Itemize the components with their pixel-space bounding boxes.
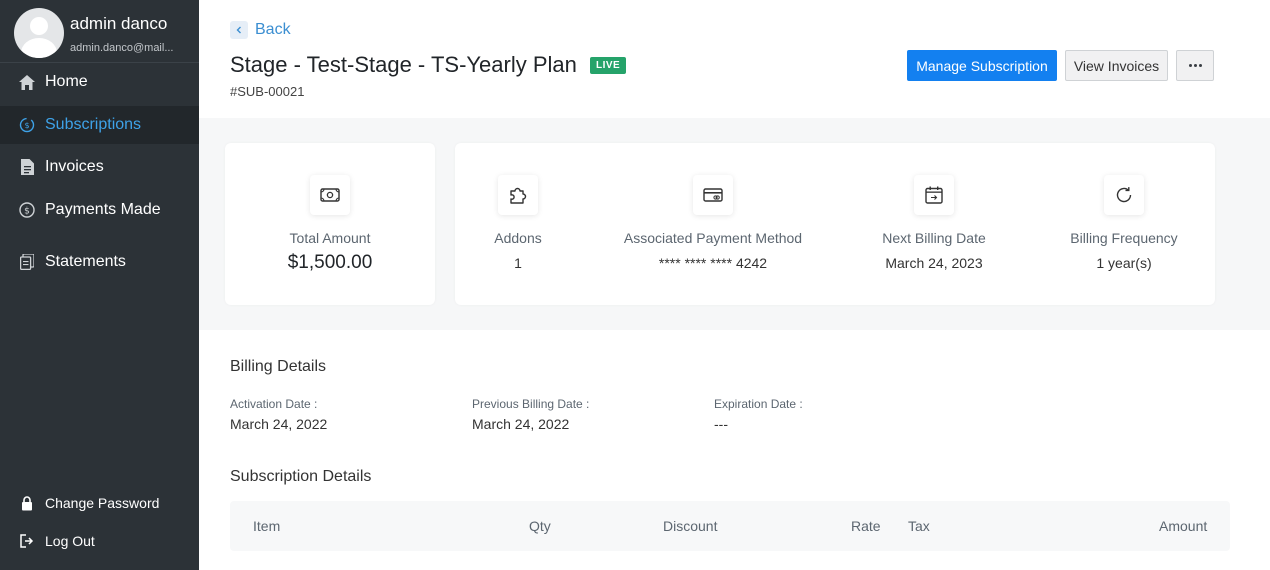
summary-section: Total Amount $1,500.00 Addons 1 Associat… — [199, 118, 1270, 330]
home-icon — [19, 74, 35, 90]
frequency-label: Billing Frequency — [1070, 230, 1178, 246]
activation-date-value: March 24, 2022 — [230, 416, 328, 432]
sidebar-item-log-out[interactable]: Log Out — [0, 522, 199, 560]
sidebar-item-statements[interactable]: Statements — [0, 243, 199, 281]
next-billing-label: Next Billing Date — [882, 230, 986, 246]
addons-value: 1 — [514, 255, 522, 271]
subscription-info-card: Addons 1 Associated Payment Method **** … — [455, 143, 1215, 305]
stat-payment-method: Associated Payment Method **** **** ****… — [608, 143, 818, 305]
stat-total-amount: Total Amount $1,500.00 — [225, 143, 435, 305]
stat-addons: Addons 1 — [458, 143, 578, 305]
previous-billing-date-value: March 24, 2022 — [472, 416, 570, 432]
user-name: admin danco — [70, 14, 168, 33]
activation-date-label: Activation Date : — [230, 397, 318, 411]
statement-copy-icon — [19, 254, 35, 270]
view-invoices-button[interactable]: View Invoices — [1065, 50, 1168, 81]
column-tax: Tax — [908, 518, 930, 534]
chevron-left-icon — [230, 21, 248, 39]
sidebar-item-label: Statements — [45, 253, 126, 270]
payment-method-value: **** **** **** 4242 — [658, 255, 768, 271]
column-discount: Discount — [663, 518, 718, 534]
billing-details-title: Billing Details — [230, 358, 327, 375]
user-profile[interactable]: admin danco admin.danco@mail... — [0, 0, 199, 63]
sidebar-item-payments-made[interactable]: $ Payments Made — [0, 191, 199, 229]
stat-next-billing-date: Next Billing Date March 24, 2023 — [854, 143, 1014, 305]
sidebar-item-label: Subscriptions — [45, 116, 142, 133]
sidebar-item-change-password[interactable]: Change Password — [0, 484, 199, 522]
total-amount-card: Total Amount $1,500.00 — [225, 143, 435, 305]
lock-icon — [19, 495, 35, 511]
calendar-icon — [914, 175, 954, 215]
previous-billing-date-label: Previous Billing Date : — [472, 397, 590, 411]
sidebar-item-label: Log Out — [45, 533, 95, 549]
sidebar-item-label: Invoices — [45, 158, 104, 175]
back-label: Back — [255, 21, 291, 38]
svg-text:$: $ — [24, 121, 29, 130]
expiration-date-value: --- — [714, 416, 728, 432]
sidebar-item-label: Change Password — [45, 495, 160, 511]
refresh-icon — [1104, 175, 1144, 215]
stat-billing-frequency: Billing Frequency 1 year(s) — [1044, 143, 1204, 305]
sidebar-item-invoices[interactable]: Invoices — [0, 148, 199, 186]
logout-icon — [19, 533, 35, 549]
svg-text:$: $ — [24, 207, 30, 217]
sidebar-item-home[interactable]: Home — [0, 63, 199, 101]
subscription-id: #SUB-00021 — [230, 84, 305, 99]
more-options-button[interactable] — [1176, 50, 1214, 81]
frequency-value: 1 year(s) — [1096, 255, 1152, 271]
column-amount: Amount — [1159, 518, 1208, 534]
back-link[interactable]: Back — [230, 21, 291, 39]
subscription-table-header: Item Qty Discount Rate Tax Amount — [230, 501, 1230, 551]
column-rate: Rate — [851, 518, 881, 534]
avatar — [14, 8, 64, 58]
column-item: Item — [253, 518, 281, 534]
total-amount-value: $1,500.00 — [287, 252, 373, 273]
sidebar-item-label: Payments Made — [45, 201, 161, 218]
total-amount-label: Total Amount — [289, 230, 371, 246]
subscriptions-icon: $ — [19, 117, 35, 133]
sidebar-item-label: Home — [45, 73, 88, 90]
cash-icon — [310, 175, 350, 215]
column-qty: Qty — [529, 518, 551, 534]
next-billing-value: March 24, 2023 — [885, 255, 983, 271]
addons-label: Addons — [494, 230, 542, 246]
main-content: Back Stage - Test-Stage - TS-Yearly Plan… — [199, 0, 1270, 570]
subscription-details-title: Subscription Details — [230, 468, 372, 485]
status-badge: LIVE — [590, 57, 627, 74]
expiration-date-label: Expiration Date : — [714, 397, 803, 411]
dollar-circle-icon: $ — [19, 202, 35, 218]
page-title: Stage - Test-Stage - TS-Yearly Plan — [230, 52, 577, 77]
payment-method-label: Associated Payment Method — [623, 230, 803, 246]
user-email: admin.danco@mail... — [70, 42, 174, 54]
manage-subscription-button[interactable]: Manage Subscription — [907, 50, 1057, 81]
sidebar-item-subscriptions[interactable]: $ Subscriptions — [0, 106, 199, 144]
invoice-file-icon — [19, 159, 35, 175]
puzzle-icon — [498, 175, 538, 215]
more-dots-icon — [1188, 64, 1202, 67]
sidebar: admin danco admin.danco@mail... Home $ S… — [0, 0, 199, 570]
credit-card-icon — [693, 175, 733, 215]
